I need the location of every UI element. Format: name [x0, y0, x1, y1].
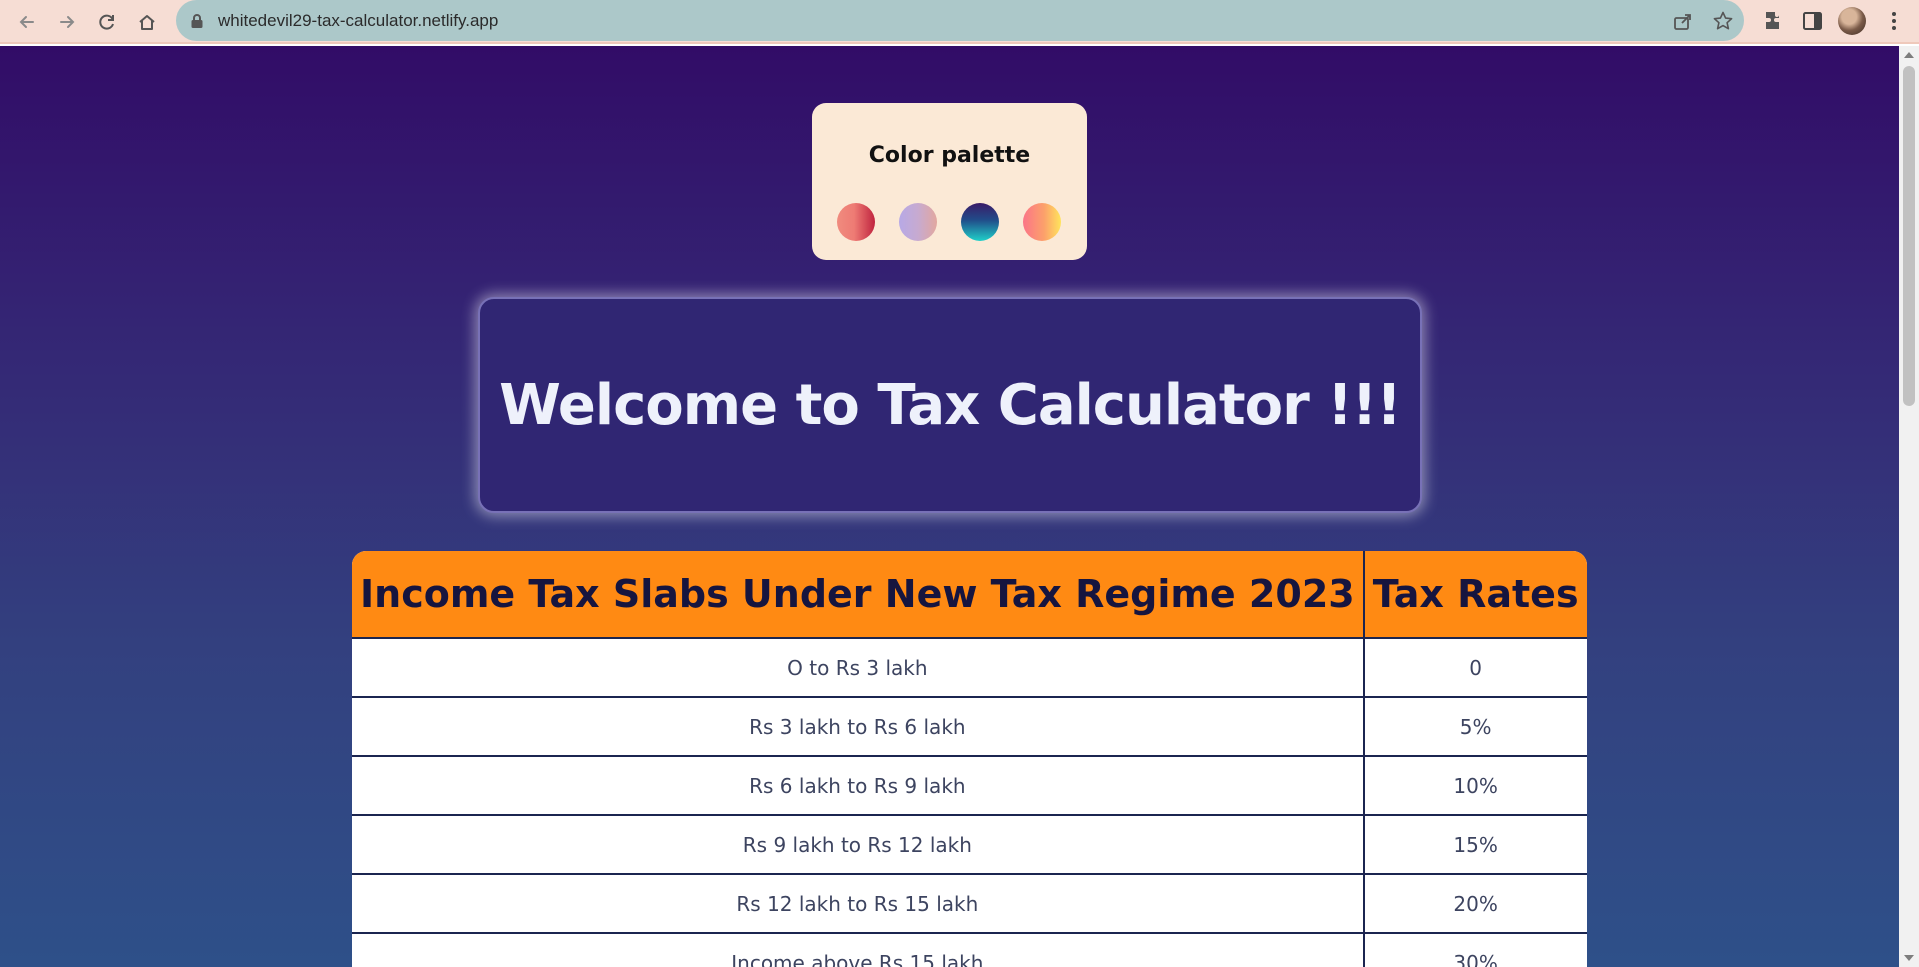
table-row: Income above Rs 15 lakh 30%: [352, 933, 1587, 967]
scroll-up-arrow-icon[interactable]: [1904, 52, 1914, 58]
slab-cell: Rs 3 lakh to Rs 6 lakh: [352, 697, 1365, 757]
color-palette-card: Color palette: [812, 103, 1087, 260]
table-header-row: Income Tax Slabs Under New Tax Regime 20…: [352, 551, 1587, 639]
rate-cell: 30%: [1363, 933, 1587, 967]
rate-cell: 0: [1363, 638, 1587, 698]
scrollbar-thumb[interactable]: [1903, 66, 1915, 406]
puzzle-icon[interactable]: [1762, 9, 1786, 33]
avatar[interactable]: [1838, 7, 1866, 35]
table-row: Rs 6 lakh to Rs 9 lakh 10%: [352, 756, 1587, 816]
slab-cell: Rs 6 lakh to Rs 9 lakh: [352, 756, 1365, 816]
page-scrollbar[interactable]: [1899, 46, 1919, 967]
page-viewport: Color palette Welcome to Tax Calculator …: [0, 46, 1899, 967]
home-button[interactable]: [132, 7, 162, 37]
header-income-slab: Income Tax Slabs Under New Tax Regime 20…: [352, 551, 1365, 639]
slab-cell: Income above Rs 15 lakh: [352, 933, 1365, 967]
forward-button[interactable]: [52, 7, 82, 37]
rate-cell: 10%: [1363, 756, 1587, 816]
slab-cell: O to Rs 3 lakh: [352, 638, 1365, 698]
arrow-left-icon: [19, 16, 34, 28]
swatch-list: [837, 203, 1061, 241]
page-title: Welcome to Tax Calculator !!!: [499, 372, 1402, 438]
reload-button[interactable]: [92, 7, 122, 37]
share-icon[interactable]: [1672, 10, 1694, 32]
welcome-banner: Welcome to Tax Calculator !!!: [478, 297, 1422, 513]
url-text[interactable]: whitedevil29-tax-calculator.netlify.app: [218, 11, 498, 31]
swatch-navy-teal[interactable]: [961, 203, 999, 241]
arrow-right-icon: [60, 16, 75, 28]
rate-cell: 5%: [1363, 697, 1587, 757]
address-bar[interactable]: whitedevil29-tax-calculator.netlify.app: [176, 0, 1744, 41]
scroll-down-arrow-icon[interactable]: [1904, 955, 1914, 961]
swatch-peach-yellow[interactable]: [1023, 203, 1061, 241]
slab-cell: Rs 9 lakh to Rs 12 lakh: [352, 815, 1365, 875]
palette-title: Color palette: [868, 143, 1031, 168]
side-panel-icon[interactable]: [1801, 9, 1825, 33]
header-tax-rate: Tax Rates: [1363, 551, 1587, 639]
star-icon[interactable]: [1712, 10, 1734, 32]
slab-cell: Rs 12 lakh to Rs 15 lakh: [352, 874, 1365, 934]
reload-icon: [99, 14, 114, 30]
table-row: Rs 3 lakh to Rs 6 lakh 5%: [352, 697, 1587, 757]
table-row: O to Rs 3 lakh 0: [352, 638, 1587, 698]
kebab-menu-icon[interactable]: [1882, 9, 1906, 33]
back-button[interactable]: [12, 7, 42, 37]
table-row: Rs 9 lakh to Rs 12 lakh 15%: [352, 815, 1587, 875]
home-icon: [139, 15, 155, 30]
browser-toolbar: whitedevil29-tax-calculator.netlify.app: [0, 0, 1919, 44]
swatch-red[interactable]: [837, 203, 875, 241]
rate-cell: 20%: [1363, 874, 1587, 934]
swatch-lavender[interactable]: [899, 203, 937, 241]
tax-slab-table: Income Tax Slabs Under New Tax Regime 20…: [352, 551, 1587, 967]
table-row: Rs 12 lakh to Rs 15 lakh 20%: [352, 874, 1587, 934]
lock-icon: [191, 14, 203, 28]
rate-cell: 15%: [1363, 815, 1587, 875]
